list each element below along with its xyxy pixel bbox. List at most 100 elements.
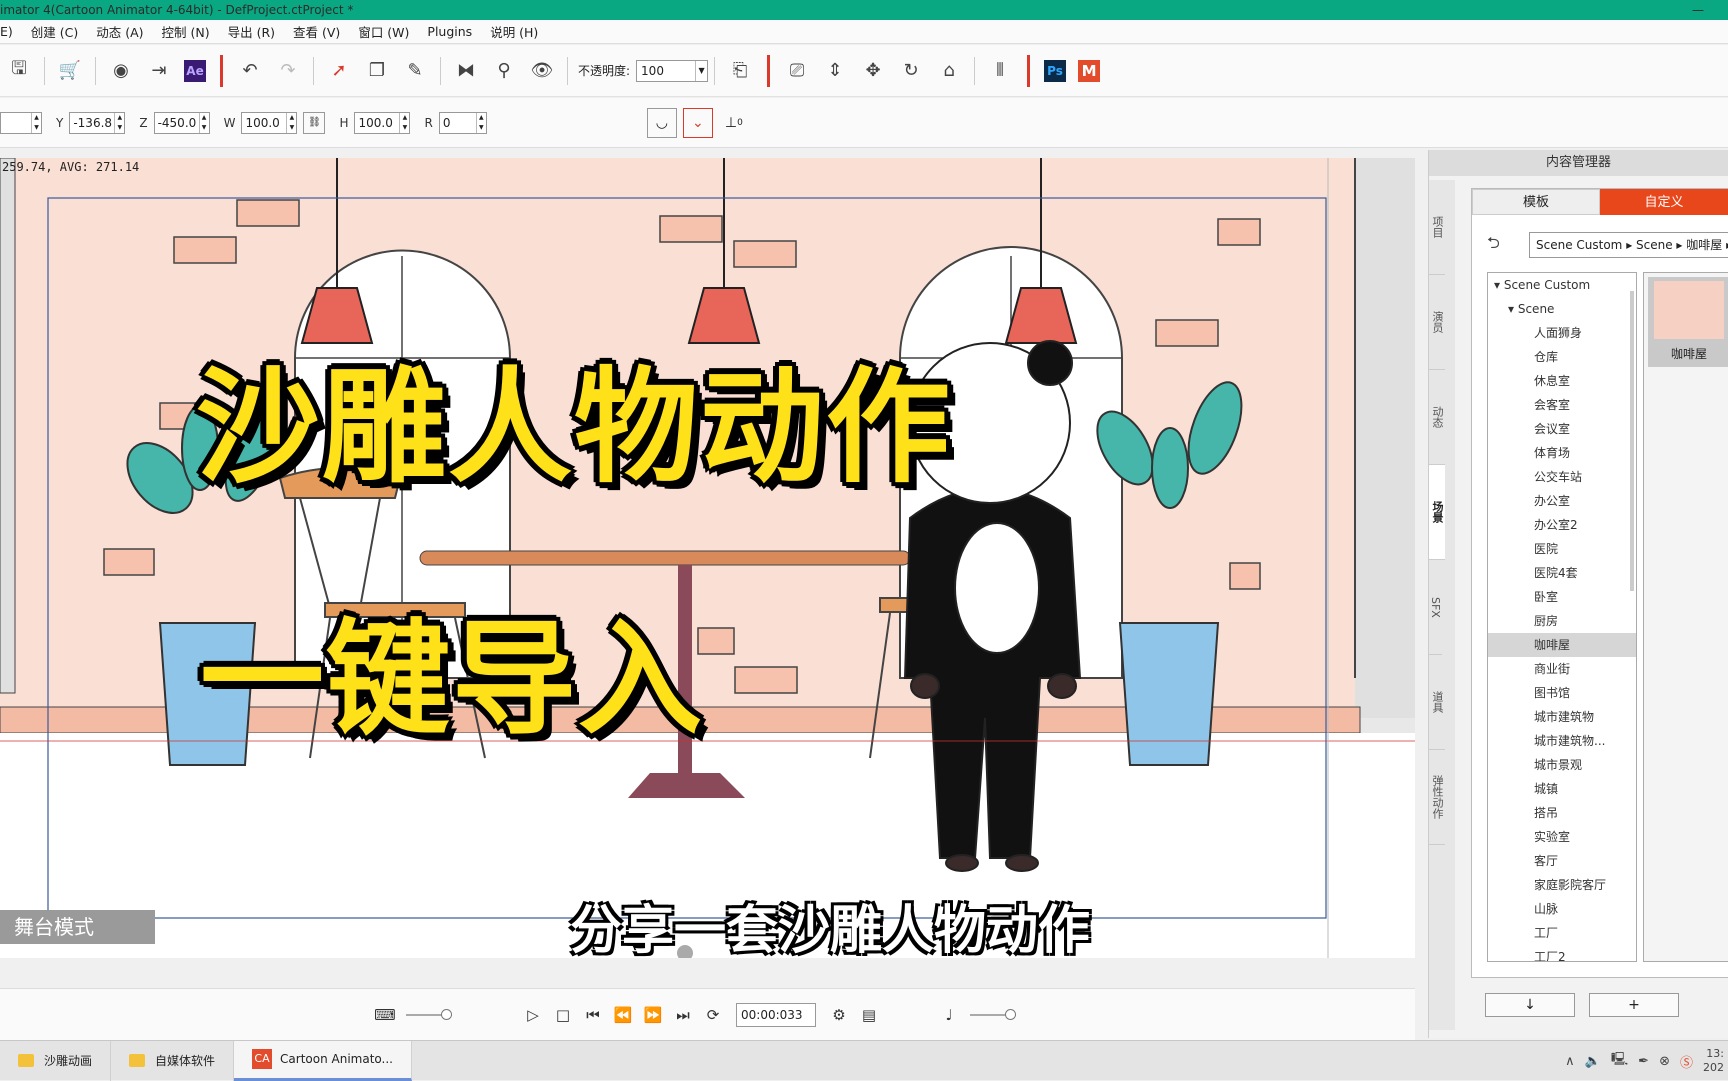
menu-plugins[interactable]: Plugins [427, 24, 472, 39]
y-field[interactable]: -136.8 ▲ ▼ [69, 111, 126, 134]
spinner[interactable]: ▲ ▼ [31, 112, 41, 133]
pivot-icon[interactable]: ⊥ 0 [718, 107, 749, 138]
tab-actor[interactable]: 演员 [1429, 275, 1445, 370]
menu-window[interactable]: 窗口 (W) [358, 22, 409, 41]
link-icon[interactable]: ⚲ [491, 58, 517, 84]
tree-item[interactable]: 工厂 [1488, 921, 1636, 945]
align-icon[interactable]: ⫴ [987, 58, 1013, 84]
tree-item[interactable]: 图书馆 [1488, 681, 1636, 705]
prev-frame-icon[interactable]: ⏪ [611, 1006, 635, 1024]
menu-create[interactable]: 创建 (C) [31, 22, 78, 41]
tree-item[interactable]: 城市建筑物 [1488, 705, 1636, 729]
tree-item[interactable]: 厨房 [1488, 609, 1636, 633]
undo-icon[interactable]: ↶ [237, 58, 263, 84]
tree-item[interactable]: 公交车站 [1488, 465, 1636, 489]
back-icon[interactable]: ⮌ [1487, 232, 1500, 259]
clock[interactable]: 13: 202 [1703, 1047, 1724, 1075]
spinner[interactable]: ▲ ▼ [286, 112, 296, 133]
menu-edit[interactable]: E) [0, 24, 13, 39]
speed-slider[interactable] [970, 1008, 1016, 1020]
menu-help[interactable]: 说明 (H) [490, 22, 538, 41]
download-button[interactable]: ↓ [1485, 993, 1575, 1017]
tab-custom[interactable]: 自定义 [1600, 189, 1728, 215]
spinner[interactable]: ▲ ▼ [475, 112, 486, 133]
attach-icon[interactable]: ⎗ [727, 58, 753, 84]
tab-sfx[interactable]: SFX [1429, 560, 1442, 655]
rotate-icon[interactable]: ↻ [898, 58, 924, 84]
folder-tree[interactable]: ▾ Scene Custom ▾ Scene 人面狮身 仓库 休息室 会客室 会议室 体育… [1487, 272, 1637, 962]
slider-knob[interactable] [441, 1008, 452, 1020]
time-field[interactable]: 00:00:033 [736, 1002, 816, 1027]
tree-item[interactable]: 医院 [1488, 537, 1636, 561]
stop-icon[interactable]: □ [551, 1006, 575, 1024]
tab-elastic-motion[interactable]: 弹性动作 [1429, 750, 1445, 845]
z-field[interactable]: -450.0 ▲ ▼ [153, 111, 210, 134]
tree-item[interactable]: 城市景观 [1488, 753, 1636, 777]
last-frame-icon[interactable]: ⏭ [671, 1006, 695, 1024]
tree-item[interactable]: 城市建筑物... [1488, 729, 1636, 753]
settings-gear-icon[interactable]: ⚙ [827, 1006, 851, 1024]
tree-item[interactable]: 城镇 [1488, 777, 1636, 801]
spinner[interactable]: ▲ ▼ [399, 112, 409, 133]
tree-group[interactable]: ▾ Scene [1488, 297, 1636, 321]
tree-item[interactable]: 搭吊 [1488, 801, 1636, 825]
tree-item[interactable]: 客厅 [1488, 849, 1636, 873]
m-plugin-icon[interactable]: M [1078, 59, 1101, 82]
photoshop-icon[interactable]: Ps [1044, 59, 1067, 82]
network-icon[interactable]: 🖳 [1611, 1050, 1628, 1072]
tab-motion[interactable]: 动态 [1429, 370, 1445, 465]
taskbar-item-cartoon-animator[interactable]: CA Cartoon Animato... [234, 1040, 412, 1081]
menu-animation[interactable]: 动态 (A) [96, 22, 143, 41]
curve-active-icon[interactable]: ⌄ [682, 107, 713, 138]
tab-template[interactable]: 模板 [1472, 189, 1600, 215]
volume-icon[interactable]: 🔈 [1585, 1054, 1601, 1069]
minimize-button[interactable]: — [1692, 0, 1704, 20]
x-field[interactable]: ▲ ▼ [0, 111, 42, 134]
home-icon[interactable]: ⌂ [936, 58, 962, 84]
scene-thumbnail[interactable]: 咖啡屋 [1648, 277, 1728, 367]
tree-scrollbar[interactable] [1630, 291, 1634, 591]
tree-item[interactable]: 会议室 [1488, 417, 1636, 441]
slider-knob[interactable] [1005, 1008, 1016, 1020]
menu-view[interactable]: 查看 (V) [293, 22, 340, 41]
chevron-up-icon[interactable]: ∧ [1565, 1054, 1575, 1069]
tree-item[interactable]: 山脉 [1488, 897, 1636, 921]
tree-root[interactable]: ▾ Scene Custom [1488, 273, 1636, 297]
curve-icon[interactable]: ◡ [646, 107, 677, 138]
taskbar-item-folder1[interactable]: 沙雕动画 [0, 1040, 112, 1081]
app-s-icon[interactable]: Ⓢ [1680, 1052, 1693, 1071]
tree-item[interactable]: 体育场 [1488, 441, 1636, 465]
play-icon[interactable]: ▷ [521, 1006, 545, 1024]
flip-icon[interactable]: ⧓ [453, 58, 479, 84]
tree-item[interactable]: 卧室 [1488, 585, 1636, 609]
move-z-icon[interactable]: ⇕ [822, 58, 848, 84]
add-button[interactable]: + [1589, 993, 1679, 1017]
tree-item[interactable]: 办公室2 [1488, 513, 1636, 537]
tree-item[interactable]: 人面狮身 [1488, 321, 1636, 345]
spinner[interactable]: ▲ ▼ [114, 112, 124, 133]
tree-item[interactable]: 家庭影院客厅 [1488, 873, 1636, 897]
chevron-down-icon[interactable]: ▼ [695, 60, 707, 81]
taskbar-item-folder2[interactable]: 自媒体软件 [111, 1040, 235, 1081]
tree-item[interactable]: 办公室 [1488, 489, 1636, 513]
loop-icon[interactable]: ⟳ [701, 1006, 725, 1024]
camera-icon[interactable]: ⎚ [784, 58, 810, 84]
tree-item[interactable]: 工厂2 [1488, 945, 1636, 961]
first-frame-icon[interactable]: ⏮ [581, 1006, 605, 1024]
menu-export[interactable]: 导出 (R) [228, 22, 275, 41]
tab-props[interactable]: 道具 [1429, 655, 1445, 750]
caption-icon[interactable]: ⌨ [373, 1006, 397, 1024]
tree-item[interactable]: 仓库 [1488, 345, 1636, 369]
stage-viewport[interactable]: 259.74, AVG: 271.14 沙雕人物动作 一键导入 分享一套沙雕人物… [0, 158, 1415, 958]
paint-icon[interactable]: ✎ [402, 58, 428, 84]
tree-item[interactable]: 会客室 [1488, 393, 1636, 417]
select-arrow-icon[interactable]: ➚ [326, 58, 352, 84]
tree-item[interactable]: 咖啡屋 [1488, 633, 1636, 657]
lock-ratio-icon[interactable]: ⛓ [303, 111, 326, 134]
after-effects-icon[interactable]: Ae [184, 59, 206, 82]
redo-icon[interactable]: ↷ [275, 58, 301, 84]
next-frame-icon[interactable]: ⏩ [641, 1006, 665, 1024]
spinner[interactable]: ▲ ▼ [198, 112, 209, 133]
copy-icon[interactable]: ❐ [364, 58, 390, 84]
volume-slider[interactable] [406, 1008, 452, 1020]
